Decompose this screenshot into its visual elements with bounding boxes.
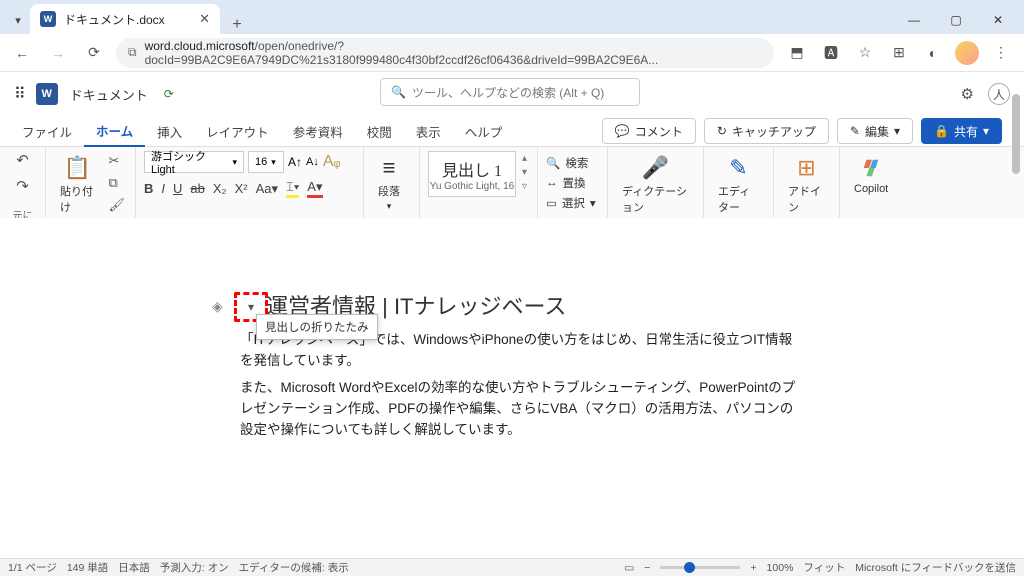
copilot-inline-icon[interactable]: ◈ [212, 296, 223, 318]
subscript-button[interactable]: X₂ [213, 181, 227, 196]
highlight-button[interactable]: ⌶▾ [286, 179, 299, 198]
copilot-button[interactable]: Copilot [848, 151, 894, 199]
new-tab-button[interactable]: + [220, 16, 248, 34]
document-canvas[interactable]: ◈ ▾ 運営者情報 | ITナレッジベース 「ITナレッジベース」では、Wind… [0, 218, 1024, 558]
profile-avatar[interactable] [952, 39, 982, 67]
italic-button[interactable]: I [161, 181, 165, 196]
save-status-icon[interactable]: ⟳ [160, 85, 178, 103]
tab-references[interactable]: 参考資料 [281, 117, 355, 146]
style-down[interactable]: ▾ [522, 167, 527, 178]
browser-tab[interactable]: W ドキュメント.docx ✕ [30, 4, 220, 34]
change-case-button[interactable]: Aa▾ [256, 181, 278, 197]
status-predict[interactable]: 予測入力: オン [160, 560, 229, 575]
addins-button[interactable]: ⊞アドイン [782, 151, 831, 219]
tab-title: ドキュメント.docx [64, 11, 191, 28]
font-name-combo[interactable]: 游ゴシック Light▾ [144, 151, 244, 173]
zoom-slider[interactable] [660, 566, 740, 569]
superscript-button[interactable]: X² [235, 181, 248, 196]
bookmark-icon[interactable]: ☆ [850, 39, 880, 67]
word-favicon: W [40, 11, 56, 27]
zoom-in-button[interactable]: + [750, 562, 756, 574]
catchup-button[interactable]: ↻ キャッチアップ [704, 118, 829, 144]
bold-button[interactable]: B [144, 181, 153, 196]
font-size-combo[interactable]: 16▾ [248, 151, 284, 173]
back-button[interactable]: ← [8, 39, 36, 67]
clear-formatting-button[interactable]: Aᵩ [323, 153, 341, 171]
close-tab-icon[interactable]: ✕ [199, 11, 210, 27]
tab-help[interactable]: ヘルプ [453, 117, 515, 146]
share-button[interactable]: 🔒 共有 ▾ [921, 118, 1002, 144]
editor-button[interactable]: ✎エディター [712, 151, 765, 219]
extensions-icon[interactable]: ⊞ [884, 39, 914, 67]
format-painter-button[interactable]: 🖌 [108, 197, 125, 213]
settings-icon[interactable]: ⚙ [961, 85, 974, 103]
install-app-icon[interactable]: ⬒ [782, 39, 812, 67]
search-icon: 🔍 [391, 85, 406, 99]
tab-insert[interactable]: 挿入 [145, 117, 194, 146]
shrink-font-button[interactable]: A↓ [306, 156, 319, 168]
document-title[interactable]: ドキュメント [70, 85, 148, 104]
maximize-button[interactable]: ▢ [936, 6, 976, 34]
style-more[interactable]: ▿ [522, 181, 527, 192]
search-placeholder: ツール、ヘルプなどの検索 (Alt + Q) [412, 84, 604, 101]
undo-button[interactable]: ↶ [16, 151, 29, 169]
tab-home[interactable]: ホーム [84, 116, 145, 147]
status-words[interactable]: 149 単語 [67, 560, 108, 575]
tab-list-button[interactable]: ▾ [6, 6, 30, 34]
grow-font-button[interactable]: A↑ [288, 155, 302, 169]
redo-button[interactable]: ↷ [16, 177, 29, 195]
tab-review[interactable]: 校閲 [355, 117, 404, 146]
font-color-button[interactable]: A▾ [307, 179, 322, 198]
minimize-button[interactable]: — [894, 6, 934, 34]
vertical-scrollbar[interactable] [1010, 84, 1022, 556]
tab-view[interactable]: 表示 [404, 117, 453, 146]
status-page[interactable]: 1/1 ページ [8, 560, 57, 575]
reload-button[interactable]: ⟳ [80, 39, 108, 67]
tab-file[interactable]: ファイル [10, 117, 84, 146]
tab-layout[interactable]: レイアウト [194, 117, 281, 146]
browser-menu-icon[interactable]: ⋮ [986, 39, 1016, 67]
copy-button[interactable]: ⧉ [108, 175, 125, 191]
feedback-link[interactable]: Microsoft にフィードバックを送信 [855, 560, 1016, 575]
forward-button: → [44, 39, 72, 67]
status-editor[interactable]: エディターの候補: 表示 [239, 560, 349, 575]
app-launcher-icon[interactable]: ⠿ [14, 84, 24, 104]
extension-icon[interactable]: ◐ [918, 39, 948, 67]
zoom-out-button[interactable]: − [644, 562, 650, 574]
scrollbar-thumb[interactable] [1012, 94, 1020, 174]
strikethrough-button[interactable]: ab [190, 181, 204, 196]
word-app-icon: W [36, 83, 58, 105]
comments-button[interactable]: 💬 コメント [602, 118, 696, 144]
account-icon[interactable]: 人 [988, 83, 1010, 105]
cut-button[interactable]: ✂ [108, 153, 125, 169]
fit-button[interactable]: フィット [803, 560, 845, 575]
paragraph-2[interactable]: また、Microsoft WordやExcelの効率的な使い方やトラブルシューテ… [240, 378, 800, 441]
underline-button[interactable]: U [173, 181, 182, 196]
status-lang[interactable]: 日本語 [118, 560, 150, 575]
url-host: word.cloud.microsoft [145, 39, 255, 53]
style-heading1[interactable]: 見出し 1 Yu Gothic Light, 16 [428, 151, 516, 197]
translate-icon[interactable]: 🅰 [816, 39, 846, 67]
find-button[interactable]: 🔍 検索 [546, 155, 588, 171]
address-bar[interactable]: ⧉ word.cloud.microsoft/open/onedrive/?do… [116, 38, 774, 68]
replace-button[interactable]: ↔ 置換 [546, 175, 586, 191]
view-read[interactable]: ▭ [624, 562, 634, 574]
zoom-level[interactable]: 100% [767, 562, 794, 574]
collapse-tooltip: 見出しの折りたたみ [256, 314, 378, 340]
select-button[interactable]: ▭ 選択▾ [546, 195, 596, 211]
style-up[interactable]: ▴ [522, 153, 527, 164]
site-info-icon[interactable]: ⧉ [128, 45, 137, 60]
search-box[interactable]: 🔍 ツール、ヘルプなどの検索 (Alt + Q) [380, 78, 640, 106]
close-window-button[interactable]: ✕ [978, 6, 1018, 34]
paragraph-button[interactable]: ≡ 段落 ▾ [372, 151, 406, 216]
editing-mode-button[interactable]: ✎ 編集 ▾ [837, 118, 913, 144]
